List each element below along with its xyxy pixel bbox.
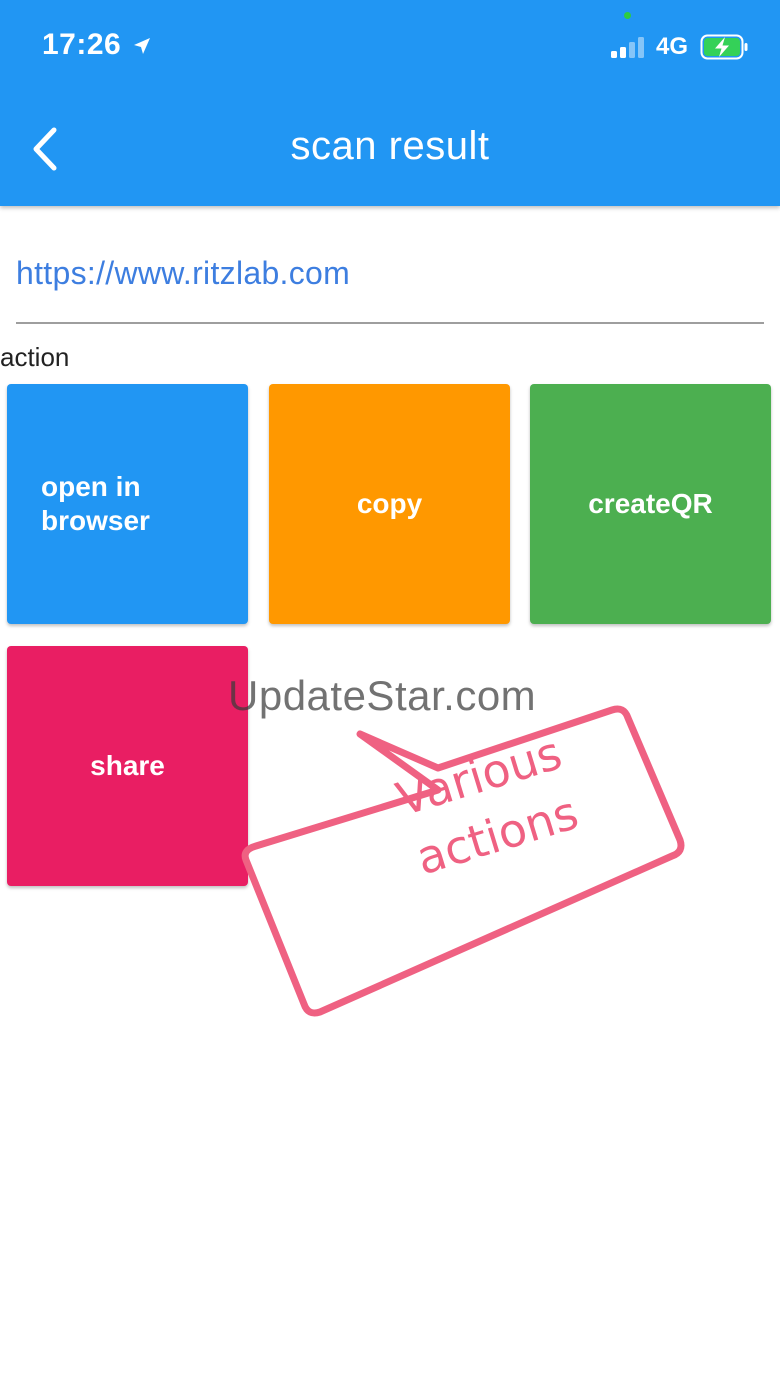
privacy-indicator-dot bbox=[624, 12, 631, 19]
open-in-browser-label: open in browser bbox=[41, 471, 150, 536]
scanned-url[interactable]: https://www.ritzlab.com bbox=[16, 255, 350, 292]
app-bar: 17:26 4G scan result bbox=[0, 0, 780, 206]
action-section-label: action bbox=[0, 342, 70, 372]
divider bbox=[16, 322, 764, 324]
status-time: 17:26 bbox=[42, 28, 122, 61]
battery-charging-icon bbox=[700, 34, 748, 60]
empty-area bbox=[0, 1300, 780, 1387]
create-qr-button[interactable]: createQR bbox=[530, 384, 771, 624]
copy-button[interactable]: copy bbox=[269, 384, 510, 624]
copy-label: copy bbox=[356, 488, 423, 519]
page-title: scan result bbox=[290, 124, 490, 168]
open-in-browser-button[interactable]: open in browser bbox=[7, 384, 248, 624]
share-label: share bbox=[90, 750, 165, 781]
location-arrow-icon bbox=[134, 38, 150, 54]
share-button[interactable]: share bbox=[7, 646, 248, 886]
network-type: 4G bbox=[656, 33, 689, 60]
create-qr-label: createQR bbox=[588, 488, 713, 519]
cellular-signal-icon bbox=[611, 36, 649, 58]
